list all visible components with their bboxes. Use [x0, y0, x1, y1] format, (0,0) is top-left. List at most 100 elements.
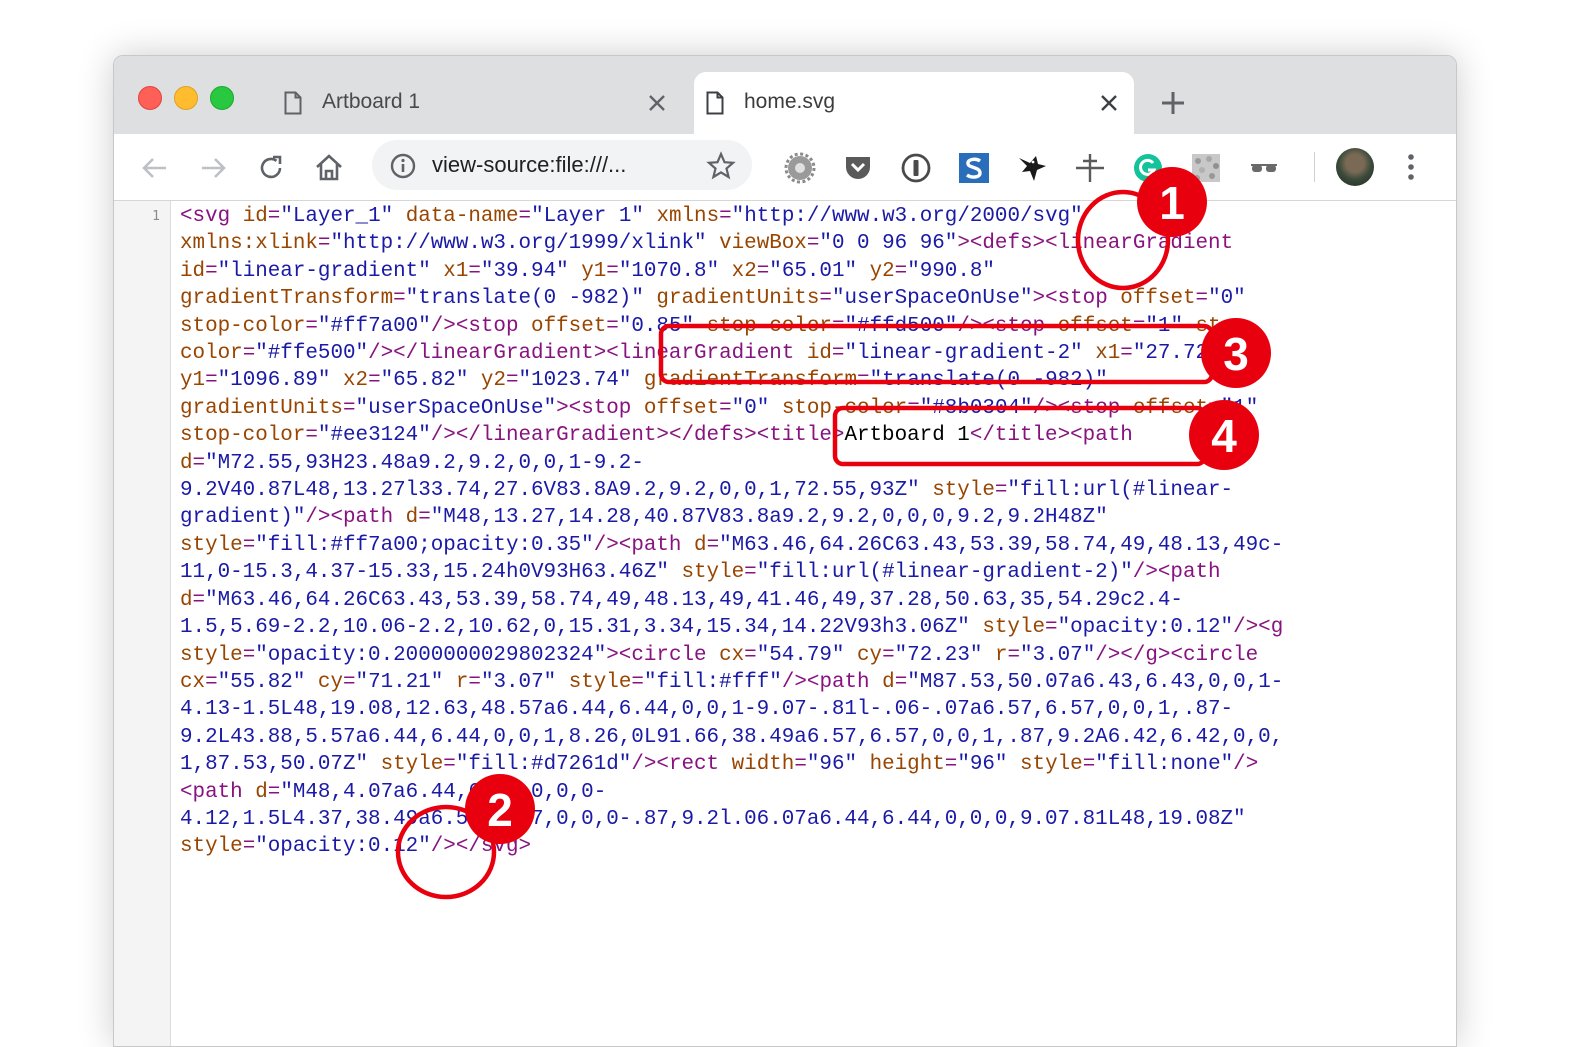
code-token: = — [719, 396, 732, 420]
code-token: "#8b0304" — [919, 396, 1033, 420]
code-token: "72.23" — [894, 643, 995, 667]
code-token: "39.94" — [480, 259, 582, 283]
code-token: gradientTransform — [180, 287, 394, 311]
document-icon — [706, 91, 724, 115]
code-token: /></linearGradient><linearGradient — [368, 342, 807, 366]
bird-extension-icon[interactable] — [1016, 152, 1048, 184]
code-token: height — [869, 753, 945, 777]
code-token: = — [831, 342, 845, 366]
code-token: id — [242, 205, 268, 228]
code-token: stop-color — [180, 314, 306, 338]
code-token: = — [242, 835, 256, 859]
code-token: x2 — [731, 259, 757, 283]
source-line: d="M72.55,93H23.48a9.2,9.2,0,0,1-9.2- — [180, 452, 644, 475]
code-token: "65.82" — [380, 369, 481, 393]
code-token: = — [242, 643, 256, 667]
code-token: id — [806, 342, 832, 366]
s-extension-icon[interactable] — [958, 152, 990, 184]
code-token: "linear-gradient" — [217, 259, 444, 283]
annotation-badge-1: 1 — [1137, 167, 1207, 237]
code-token: "linear-gradient-2" — [844, 342, 1096, 366]
source-line: xmlns:xlink="http://www.w3.org/1999/xlin… — [180, 232, 1233, 255]
source-line: 1,87.53,50.07Z" style="fill:#d7261d"/><r… — [180, 753, 1258, 776]
close-window-button[interactable] — [138, 86, 162, 110]
source-line: 1.5,5.69-2.2,10.06-2.2,10.62,0,15.31,3.3… — [180, 616, 1283, 639]
code-token: = — [267, 205, 281, 228]
code-token: "96" — [957, 753, 1021, 777]
reload-icon[interactable] — [256, 153, 286, 183]
move-crosshair-icon[interactable] — [1074, 152, 1106, 184]
code-token: = — [944, 753, 958, 777]
code-token: y1 — [180, 369, 206, 393]
new-tab-icon[interactable] — [1160, 90, 1186, 116]
code-token: "fill:#d7261d" — [455, 753, 632, 777]
code-token: "#ff7a00" — [317, 314, 431, 338]
annotation-badge-2: 2 — [465, 774, 535, 844]
code-token: "0" — [731, 396, 782, 420]
code-token: "M48,13.27,14.28,40.87V83.8a9.2,9.2,0,0,… — [430, 506, 1108, 530]
source-line: d="M63.46,64.26C63.43,53.39,58.74,49,48.… — [180, 589, 1183, 612]
source-line: style="fill:#ff7a00;opacity:0.35"/><path… — [180, 534, 1283, 557]
info-icon[interactable] — [390, 153, 416, 179]
code-token: "M87.53,50.07a6.43,6.43,0,0,1- — [907, 670, 1284, 694]
code-token: y2 — [480, 369, 506, 393]
profile-avatar[interactable] — [1336, 148, 1374, 186]
code-token: style — [180, 533, 243, 557]
code-token: "userSpaceOnUse" — [831, 287, 1033, 311]
pocket-icon[interactable] — [842, 152, 874, 184]
bookmark-star-icon[interactable] — [706, 151, 736, 181]
line-number: 1 — [152, 209, 160, 224]
settings-gear-extension-icon[interactable] — [784, 152, 816, 184]
code-token: "#ffe500" — [255, 342, 369, 366]
code-token: = — [393, 287, 406, 311]
code-token: x1 — [1095, 342, 1121, 366]
code-token: "1023.74" — [518, 369, 644, 393]
code-token: = — [756, 259, 770, 283]
code-token: "http://www.w3.org/1999/xlink" — [330, 232, 720, 256]
close-tab-icon[interactable] — [1098, 92, 1120, 114]
code-token: color — [180, 342, 243, 366]
source-line: gradientTransform="translate(0 -982)" gr… — [180, 287, 1246, 310]
code-token: <path — [180, 780, 256, 804]
code-token: = — [192, 588, 206, 612]
address-bar[interactable]: view-source:file:///... — [372, 140, 752, 190]
code-token: = — [1132, 314, 1146, 338]
tab-home-svg[interactable]: home.svg — [694, 72, 1134, 134]
code-token: stop-color — [781, 396, 908, 420]
code-token: data-name — [405, 205, 519, 228]
close-tab-icon[interactable] — [646, 92, 668, 114]
code-token: stop-color — [180, 424, 306, 448]
code-token: = — [342, 396, 356, 420]
kebab-menu-icon[interactable] — [1401, 150, 1421, 184]
code-token: = — [631, 670, 644, 694]
code-token: 9.2V40.87L48,13.27l33.74,27.6V83.8A9.2,9… — [180, 479, 933, 503]
home-icon[interactable] — [314, 153, 344, 183]
code-token: = — [994, 479, 1008, 503]
code-token: "Layer_1" — [280, 205, 406, 228]
zoom-window-button[interactable] — [210, 86, 234, 110]
forward-icon[interactable] — [198, 153, 228, 183]
code-token: "Layer 1" — [531, 205, 657, 228]
code-token: = — [719, 205, 732, 228]
code-token: = — [305, 424, 318, 448]
code-token: = — [894, 670, 908, 694]
code-token: id — [180, 259, 206, 283]
minimize-window-button[interactable] — [174, 86, 198, 110]
code-token: Artboard 1 — [844, 424, 970, 448]
code-token: "3.07" — [1020, 643, 1096, 667]
code-token: gradientTransform — [643, 369, 858, 393]
code-token: "opacity:0.12" — [1057, 616, 1234, 640]
code-token: x2 — [343, 369, 369, 393]
code-token: ><circle — [606, 643, 720, 667]
line-number-gutter: 1 — [114, 201, 171, 1046]
code-token: "1096.89" — [217, 369, 343, 393]
back-icon[interactable] — [140, 153, 170, 183]
tab-artboard-1[interactable]: Artboard 1 — [272, 72, 682, 134]
code-token: "fill:none" — [1095, 753, 1234, 777]
code-token: gradient)" — [180, 506, 306, 530]
url-text[interactable]: view-source:file:///... — [432, 152, 626, 178]
code-token: d — [180, 451, 193, 475]
code-token: /><stop — [957, 314, 1058, 338]
password-manager-icon[interactable] — [900, 152, 932, 184]
glasses-extension-icon[interactable] — [1248, 152, 1280, 184]
